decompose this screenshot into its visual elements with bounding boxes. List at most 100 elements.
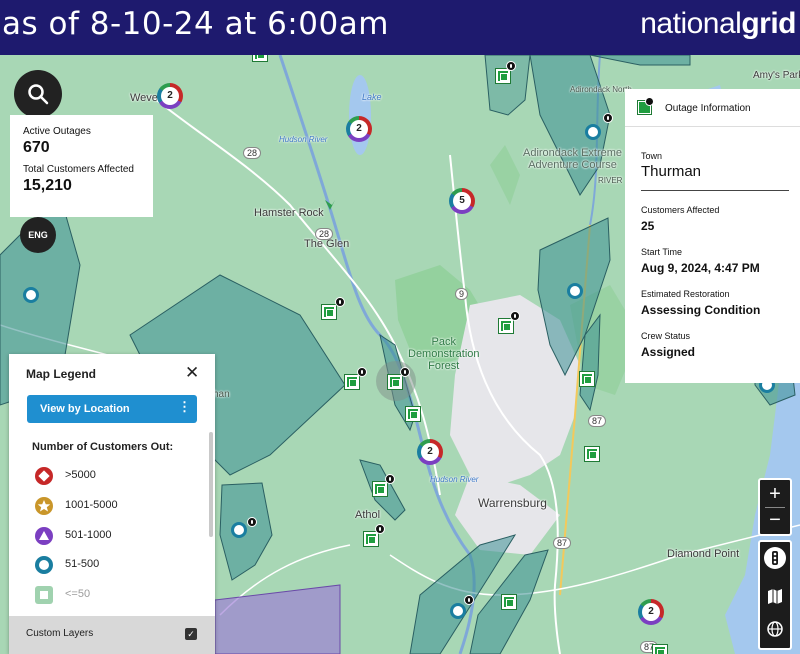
town-label: Town bbox=[641, 151, 663, 161]
header-title: as of 8-10-24 at 6:00am bbox=[2, 6, 389, 42]
place-label-warrensburg: Warrensburg bbox=[478, 496, 547, 510]
crew-icon bbox=[357, 367, 367, 377]
town-value: Thurman bbox=[641, 163, 702, 180]
outage-cluster[interactable]: 2 bbox=[417, 439, 443, 465]
custom-layers-label: Custom Layers bbox=[26, 628, 94, 639]
more-vertical-icon[interactable]: ⋮ bbox=[178, 400, 191, 414]
legend-item-label: 501-1000 bbox=[65, 529, 112, 541]
outage-marker[interactable] bbox=[322, 305, 336, 319]
outage-marker[interactable] bbox=[502, 595, 516, 609]
route-shield-87: 87 bbox=[588, 415, 607, 427]
place-label-hudson-river-south: Hudson River bbox=[430, 475, 479, 484]
crew-icon bbox=[400, 367, 410, 377]
map-legend-panel: Map Legend ✕ View by Location ⋮ Number o… bbox=[9, 354, 215, 654]
active-outages-label: Active Outages bbox=[23, 126, 91, 137]
crew-icon bbox=[510, 311, 520, 321]
square-icon bbox=[35, 586, 53, 604]
map-tools-control bbox=[758, 540, 792, 650]
customers-affected-label: Total Customers Affected bbox=[23, 164, 134, 175]
triangle-icon bbox=[35, 527, 53, 545]
place-label-adirondack-course: Adirondack Extreme Adventure Course bbox=[523, 147, 623, 171]
outage-marker[interactable] bbox=[406, 407, 420, 421]
outage-panel-header: Outage Information bbox=[625, 89, 800, 127]
search-icon bbox=[28, 84, 49, 105]
crew-icon bbox=[603, 113, 613, 123]
place-label-lake: Lake bbox=[362, 92, 382, 102]
place-label-weve: Weve bbox=[130, 92, 158, 104]
zoom-out-button[interactable]: − bbox=[760, 509, 790, 531]
custom-layers-toggle[interactable]: Custom Layers ✓ bbox=[9, 616, 215, 654]
outage-marker[interactable] bbox=[499, 319, 513, 333]
customers-affected-label: Customers Affected bbox=[641, 205, 720, 215]
globe-icon bbox=[767, 621, 783, 637]
traffic-light-button[interactable] bbox=[760, 543, 790, 573]
outage-cluster[interactable]: 2 bbox=[346, 116, 372, 142]
view-by-location-button[interactable]: View by Location ⋮ bbox=[27, 395, 197, 423]
zoom-control: + − bbox=[758, 478, 792, 536]
place-label-hamster-rock: Hamster Rock bbox=[254, 207, 324, 219]
place-label-diamond-point: Diamond Point bbox=[667, 548, 740, 560]
outage-marker-51-500[interactable] bbox=[231, 522, 247, 538]
diamond-icon bbox=[35, 467, 53, 485]
cluster-count: 2 bbox=[421, 443, 439, 461]
outage-marker[interactable] bbox=[373, 482, 387, 496]
outage-cluster[interactable]: 2 bbox=[157, 83, 183, 109]
outage-marker[interactable] bbox=[580, 372, 594, 386]
outage-marker[interactable] bbox=[496, 69, 510, 83]
outage-marker-selected[interactable] bbox=[388, 375, 402, 389]
cluster-count: 2 bbox=[350, 120, 368, 138]
traffic-light-icon bbox=[764, 547, 786, 569]
crew-icon bbox=[247, 517, 257, 527]
crew-status-value: Assigned bbox=[641, 345, 696, 359]
circle-icon bbox=[35, 556, 53, 574]
outage-marker-51-500[interactable] bbox=[567, 283, 583, 299]
globe-button[interactable] bbox=[760, 614, 790, 644]
place-label-hudson-river-north: Hudson River bbox=[279, 135, 328, 144]
route-shield-87-b: 87 bbox=[553, 537, 572, 549]
outage-cluster[interactable]: 5 bbox=[449, 188, 475, 214]
header-bar: as of 8-10-24 at 6:00am nationalgrid bbox=[0, 0, 800, 55]
route-shield-28-b: 28 bbox=[315, 228, 334, 240]
crew-status-label: Crew Status bbox=[641, 331, 691, 341]
active-outages-value: 670 bbox=[23, 139, 50, 156]
crew-icon bbox=[506, 61, 516, 71]
map-layers-button[interactable] bbox=[760, 581, 790, 611]
cluster-count: 2 bbox=[161, 87, 179, 105]
crew-icon bbox=[385, 474, 395, 484]
star-icon bbox=[35, 497, 53, 515]
legend-item-label: <=50 bbox=[65, 588, 91, 600]
crew-icon bbox=[645, 97, 654, 106]
customers-affected-value: 25 bbox=[641, 219, 655, 233]
outage-cluster[interactable]: 2 bbox=[638, 599, 664, 625]
outage-info-panel: Outage Information Town Thurman Customer… bbox=[625, 89, 800, 383]
search-button[interactable] bbox=[14, 70, 62, 118]
divider bbox=[765, 507, 785, 508]
legend-heading: Number of Customers Out: bbox=[32, 441, 174, 453]
start-time-label: Start Time bbox=[641, 247, 683, 257]
zoom-in-button[interactable]: + bbox=[760, 483, 790, 505]
legend-scrollbar[interactable] bbox=[209, 432, 213, 537]
place-label-adirondack-north: Adirondack North bbox=[570, 85, 632, 94]
outage-panel-title: Outage Information bbox=[665, 103, 751, 114]
view-by-location-label: View by Location bbox=[40, 403, 130, 415]
outage-marker-51-500[interactable] bbox=[450, 603, 466, 619]
checkbox-checked-icon[interactable]: ✓ bbox=[185, 628, 197, 640]
outage-marker[interactable] bbox=[585, 447, 599, 461]
outage-marker[interactable] bbox=[345, 375, 359, 389]
outage-marker-51-500[interactable] bbox=[585, 124, 601, 140]
outage-marker[interactable] bbox=[653, 645, 667, 654]
language-button[interactable]: ENG bbox=[20, 217, 56, 253]
customers-affected-value: 15,210 bbox=[23, 177, 72, 194]
cluster-count: 5 bbox=[453, 192, 471, 210]
brand-logo: nationalgrid bbox=[640, 7, 796, 41]
brand-logo-bold: grid bbox=[741, 7, 796, 40]
outage-marker-51-500[interactable] bbox=[23, 287, 39, 303]
outage-marker[interactable] bbox=[253, 55, 267, 61]
restoration-label: Estimated Restoration bbox=[641, 289, 730, 299]
place-label-river: RIVER bbox=[598, 176, 623, 185]
outage-marker[interactable] bbox=[364, 532, 378, 546]
legend-item-label: 51-500 bbox=[65, 558, 100, 570]
start-time-value: Aug 9, 2024, 4:47 PM bbox=[641, 261, 760, 275]
place-label-athol: Athol bbox=[355, 509, 381, 521]
close-icon[interactable]: ✕ bbox=[185, 364, 199, 381]
